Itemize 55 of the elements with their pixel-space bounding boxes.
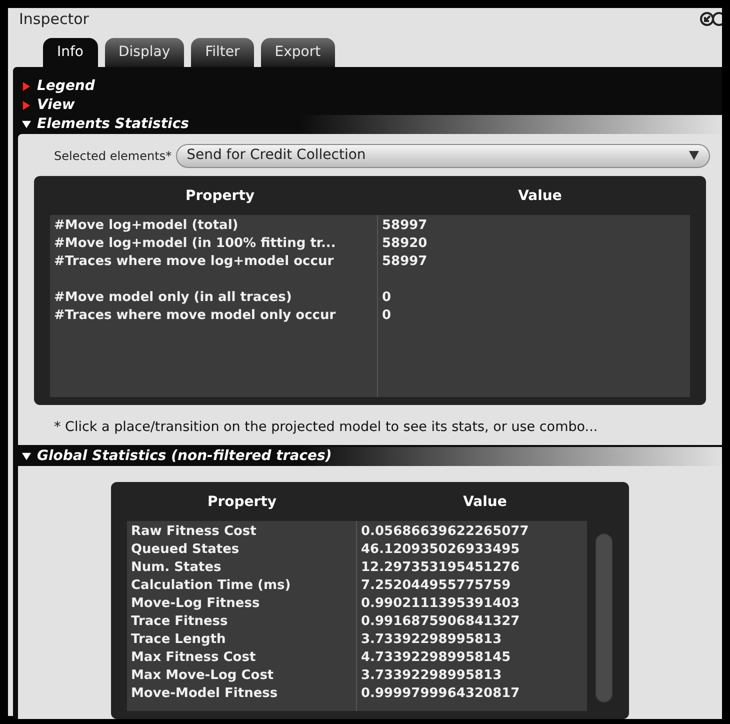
value-cell-text: 46.120935026933495 — [360, 540, 521, 559]
value-cell-text: 4.733922989958145 — [360, 648, 512, 667]
value-cell-text: 58920 — [381, 234, 428, 252]
column-header: Value — [462, 492, 508, 512]
collapsed-triangle-icon — [22, 82, 31, 90]
collapsed-triangle-icon — [22, 100, 31, 110]
property-cell-text: Max Move-Log Cost — [130, 666, 275, 685]
help-note: * Click a place/transition on the projected model to see its stats, or use combo... — [53, 418, 599, 436]
property-cell-text: Move-Log Fitness — [130, 594, 261, 613]
tab[interactable]: Export — [260, 38, 335, 66]
property-cell-text: #Traces where move log+model occur — [53, 252, 335, 270]
value-cell-text: 0.9916875906841327 — [360, 612, 521, 631]
value-cell-text: 12.297353195451276 — [360, 558, 521, 577]
tab[interactable]: Filter — [191, 38, 254, 66]
section-title: Legend — [37, 79, 95, 93]
element-dropdown[interactable]: Send for Credit Collection — [176, 144, 710, 168]
property-cell-text: Max Fitness Cost — [130, 648, 257, 667]
value-cell-text: 0 — [381, 288, 392, 306]
property-cell-text: Calculation Time (ms) — [130, 576, 292, 595]
tab[interactable]: Info — [43, 38, 98, 66]
scrollbar[interactable] — [595, 532, 613, 703]
expanded-triangle-icon — [22, 452, 31, 461]
section-title: View — [37, 98, 75, 112]
property-cell-text: Raw Fitness Cost — [130, 522, 258, 541]
section-title: Global Statistics (non-filtered traces) — [37, 449, 332, 464]
section-header[interactable]: Legend — [18, 76, 722, 96]
column-header: Property — [206, 492, 278, 512]
value-cell-text: 0 — [381, 306, 392, 324]
property-cell-text: Num. States — [130, 558, 222, 577]
value-cell-text: 3.73392298995813 — [360, 666, 503, 685]
property-cell-text: #Move model only (in all traces) — [53, 288, 293, 306]
selector-label: Selected elements* — [54, 148, 172, 164]
property-cell-text: Trace Length — [130, 630, 227, 649]
tab[interactable]: Display — [104, 38, 184, 66]
value-cell-text: 0.05686639622265077 — [360, 522, 530, 541]
value-cell-text: 0.9902111395391403 — [360, 594, 521, 613]
column-header: Value — [517, 186, 563, 206]
value-cell-text: 3.73392298995813 — [360, 630, 503, 649]
value-cell-text: 7.252044955775759 — [360, 576, 512, 595]
window-controls-icon[interactable] — [700, 11, 722, 28]
property-cell-text: Queued States — [130, 540, 240, 559]
window-title: Inspector — [18, 9, 89, 30]
property-cell-text: #Move log+model (in 100% fitting tr... — [53, 234, 337, 252]
dropdown-caret-icon — [689, 151, 699, 160]
expanded-triangle-icon — [22, 120, 31, 128]
value-cell-text: 58997 — [381, 252, 428, 270]
property-cell-text: Trace Fitness — [130, 612, 229, 631]
property-cell-text: Move-Model Fitness — [130, 684, 279, 703]
property-cell-text: #Traces where move model only occur — [53, 306, 337, 324]
section-title: Elements Statistics — [37, 117, 189, 131]
column-header: Property — [184, 186, 256, 206]
property-cell-text: #Move log+model (total) — [53, 216, 240, 234]
value-cell-text: 58997 — [381, 216, 428, 234]
section-header[interactable]: View — [18, 96, 722, 114]
value-cell-text: 0.9999799964320817 — [360, 684, 521, 703]
